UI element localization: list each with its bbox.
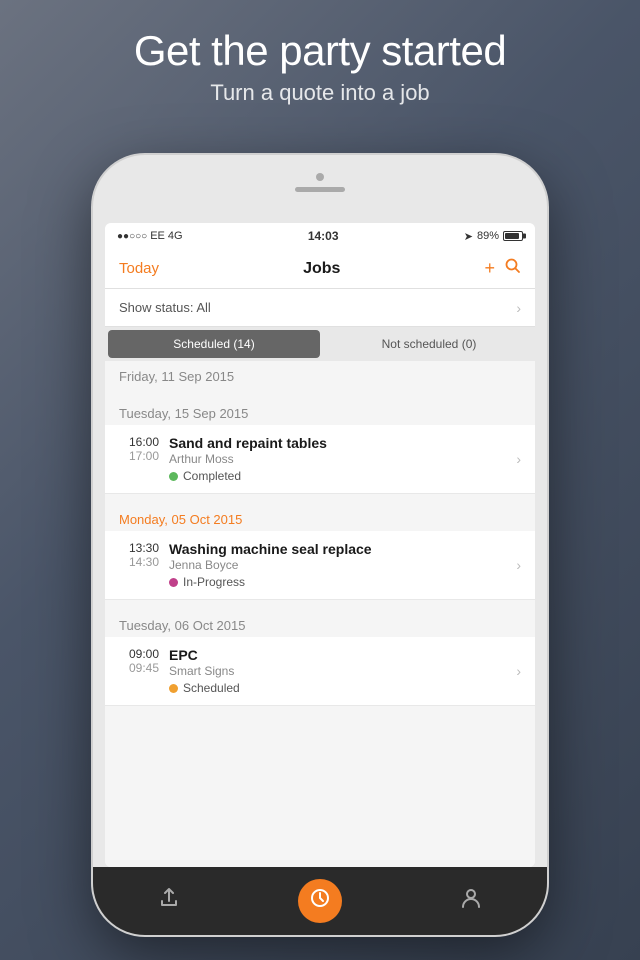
tabs-bar: Scheduled (14) Not scheduled (0) (105, 327, 535, 361)
bottom-tab-share[interactable] (144, 876, 194, 926)
job-status-sand: Completed (169, 469, 506, 483)
status-right: ➤ 89% (464, 230, 523, 243)
job-title-epc: EPC (169, 647, 506, 663)
battery-pct: 89% (477, 230, 499, 242)
job-person-washing: Jenna Boyce (169, 558, 506, 572)
bottom-tab-bar (93, 867, 547, 935)
section-date-friday: Friday, 11 Sep 2015 (119, 369, 234, 384)
job-start-sand: 16:00 (129, 435, 159, 449)
nav-bar: Today Jobs + (105, 249, 535, 289)
job-info-sand: Sand and repaint tables Arthur Moss Comp… (169, 435, 506, 483)
spacer-2 (105, 600, 535, 610)
battery-icon (503, 231, 523, 241)
job-start-epc: 09:00 (129, 647, 159, 661)
job-info-washing: Washing machine seal replace Jenna Boyce… (169, 541, 506, 589)
spacer-1 (105, 494, 535, 504)
carrier-label: EE 4G (150, 230, 182, 242)
job-card-washing[interactable]: 13:30 14:30 Washing machine seal replace… (105, 531, 535, 600)
status-label-inprogress: In-Progress (183, 575, 245, 589)
job-card-sand-tables[interactable]: 16:00 17:00 Sand and repaint tables Arth… (105, 425, 535, 494)
section-date-mon05: Monday, 05 Oct 2015 (119, 512, 242, 527)
camera-dot (316, 173, 324, 181)
status-dot-scheduled (169, 684, 178, 693)
page-title: Jobs (303, 260, 340, 278)
section-date-tue15: Tuesday, 15 Sep 2015 (119, 406, 248, 421)
speaker-bar (295, 187, 345, 192)
job-chevron-washing: › (516, 557, 521, 573)
show-status-label: Show status: All (119, 300, 211, 315)
nav-icons: + (484, 258, 521, 279)
job-times-washing: 13:30 14:30 (119, 541, 159, 569)
friday-spacer (105, 388, 535, 398)
battery-fill (505, 233, 519, 239)
job-title-washing: Washing machine seal replace (169, 541, 506, 557)
job-end-epc: 09:45 (129, 661, 159, 675)
bottom-tab-clock[interactable] (295, 876, 345, 926)
tab-scheduled-label: Scheduled (14) (173, 337, 254, 351)
status-dot-completed (169, 472, 178, 481)
section-date-tue06: Tuesday, 06 Oct 2015 (119, 618, 245, 633)
job-status-washing: In-Progress (169, 575, 506, 589)
job-start-washing: 13:30 (129, 541, 159, 555)
clock-icon (310, 888, 330, 914)
search-icon[interactable] (505, 258, 521, 279)
clock-button[interactable] (298, 879, 342, 923)
section-header-tue15: Tuesday, 15 Sep 2015 (105, 398, 535, 425)
job-times-sand: 16:00 17:00 (119, 435, 159, 463)
bottom-tab-person[interactable] (446, 876, 496, 926)
add-icon[interactable]: + (484, 258, 495, 279)
tab-not-scheduled[interactable]: Not scheduled (0) (323, 327, 535, 361)
promo-text-area: Get the party started Turn a quote into … (0, 28, 640, 106)
section-header-tue06: Tuesday, 06 Oct 2015 (105, 610, 535, 637)
job-card-epc[interactable]: 09:00 09:45 EPC Smart Signs Scheduled › (105, 637, 535, 706)
arrow-icon: ➤ (464, 230, 473, 243)
share-icon[interactable] (158, 887, 180, 915)
status-label-scheduled: Scheduled (183, 681, 240, 695)
job-end-sand: 17:00 (129, 449, 159, 463)
section-header-mon05: Monday, 05 Oct 2015 (105, 504, 535, 531)
phone-notch (295, 173, 345, 192)
job-times-epc: 09:00 09:45 (119, 647, 159, 675)
today-button[interactable]: Today (119, 260, 159, 277)
signal-dots: ●●○○○ (117, 231, 147, 242)
show-status-chevron: › (516, 300, 521, 316)
job-end-washing: 14:30 (129, 555, 159, 569)
job-info-epc: EPC Smart Signs Scheduled (169, 647, 506, 695)
phone-frame: ●●○○○ EE 4G 14:03 ➤ 89% Today Jobs + (93, 155, 547, 935)
phone-screen: ●●○○○ EE 4G 14:03 ➤ 89% Today Jobs + (105, 223, 535, 867)
person-icon[interactable] (460, 887, 482, 915)
job-status-epc: Scheduled (169, 681, 506, 695)
section-header-friday: Friday, 11 Sep 2015 (105, 361, 535, 388)
jobs-scroll-area[interactable]: Friday, 11 Sep 2015 Tuesday, 15 Sep 2015… (105, 361, 535, 867)
job-person-sand: Arthur Moss (169, 452, 506, 466)
tab-scheduled[interactable]: Scheduled (14) (108, 330, 320, 358)
status-left: ●●○○○ EE 4G (117, 230, 183, 242)
status-time: 14:03 (308, 229, 339, 243)
job-person-epc: Smart Signs (169, 664, 506, 678)
job-chevron-epc: › (516, 663, 521, 679)
show-status-row[interactable]: Show status: All › (105, 289, 535, 327)
status-label-completed: Completed (183, 469, 241, 483)
promo-subheadline: Turn a quote into a job (0, 80, 640, 106)
status-bar: ●●○○○ EE 4G 14:03 ➤ 89% (105, 223, 535, 249)
job-title-sand: Sand and repaint tables (169, 435, 506, 451)
promo-headline: Get the party started (0, 28, 640, 74)
status-dot-inprogress (169, 578, 178, 587)
job-chevron-sand: › (516, 451, 521, 467)
tab-not-scheduled-label: Not scheduled (0) (382, 337, 477, 351)
